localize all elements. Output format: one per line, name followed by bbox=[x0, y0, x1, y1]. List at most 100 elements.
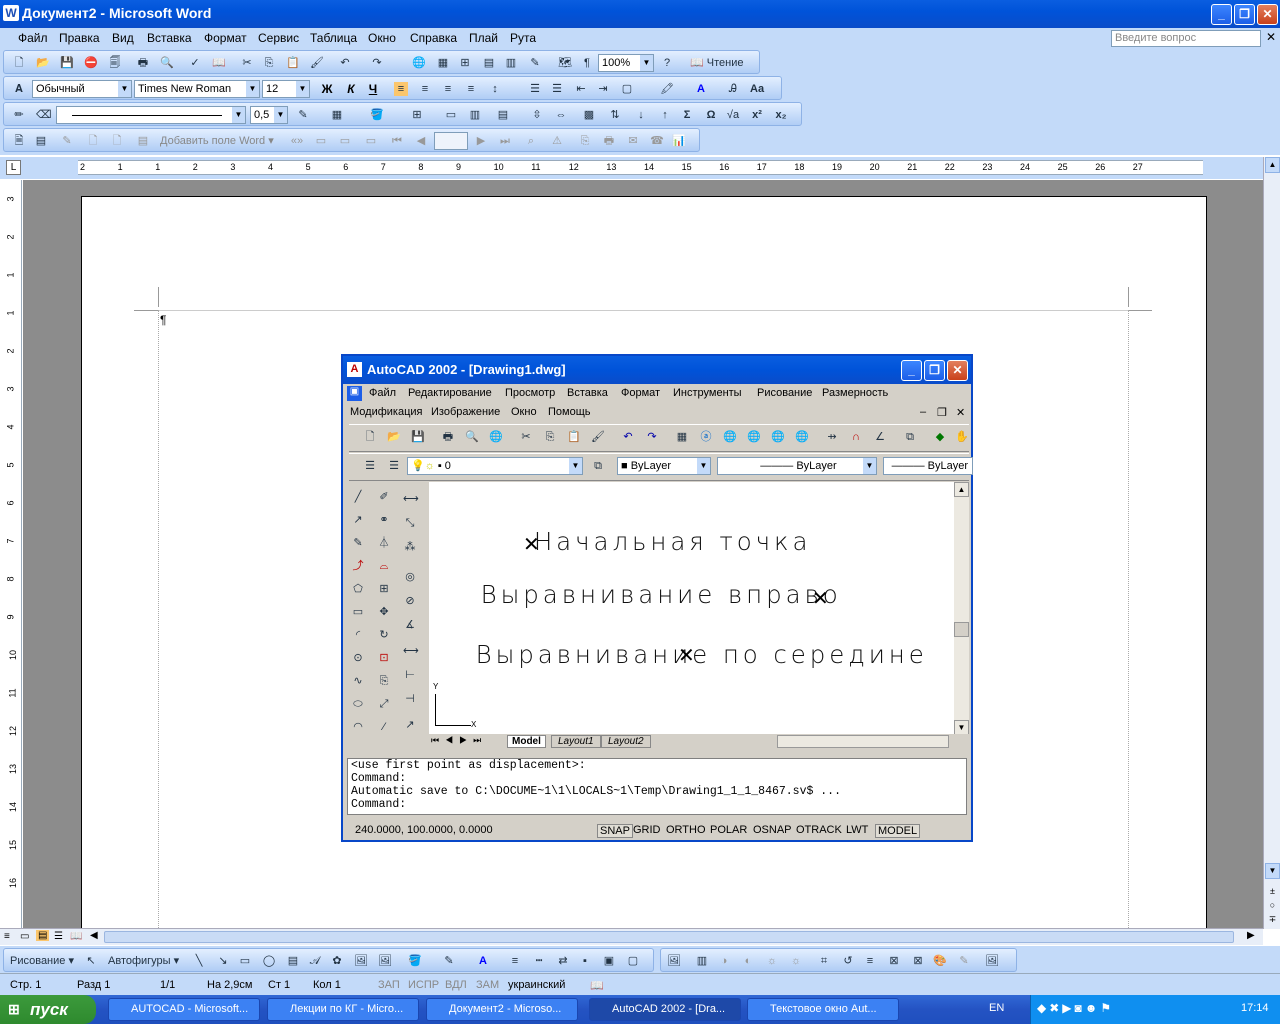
acad-erase-icon[interactable]: ✐ bbox=[377, 490, 391, 504]
superscript-icon[interactable]: x² bbox=[750, 108, 764, 122]
task-text-window[interactable]: Текстовое окно Aut... bbox=[747, 998, 899, 1021]
acad-copy-icon[interactable]: ⎘ bbox=[543, 430, 557, 444]
acad-scale-icon[interactable]: ⊡ bbox=[377, 651, 391, 665]
maximize-button[interactable]: ❐ bbox=[1234, 4, 1255, 25]
acad-designcenter-icon[interactable]: ▦ bbox=[675, 430, 689, 444]
tables-borders-icon[interactable]: ▦ bbox=[436, 56, 450, 70]
view-merged-icon[interactable]: «» bbox=[290, 134, 304, 148]
permission-icon[interactable]: ⛔ bbox=[84, 56, 98, 70]
acad-dim-aligned-icon[interactable]: ⤡ bbox=[403, 516, 417, 530]
reading-view-icon[interactable]: 📖 bbox=[70, 931, 82, 942]
insert-picture-icon[interactable]: 🖼 bbox=[667, 954, 681, 968]
acad-dim-radius-icon[interactable]: ◎ bbox=[403, 570, 417, 584]
help-icon[interactable]: ? bbox=[660, 56, 674, 70]
acad-layer-prev-icon[interactable]: ☰ bbox=[387, 459, 401, 473]
add-word-field-button[interactable]: Добавить поле Word ▾ bbox=[160, 134, 278, 148]
prev-record-icon[interactable]: ◀ bbox=[414, 134, 428, 148]
menu-file[interactable]: Файл bbox=[18, 31, 48, 45]
cad-text-start-point[interactable]: Начальная точка bbox=[534, 527, 812, 556]
contrast-icon[interactable]: ◑ bbox=[717, 954, 731, 968]
acad-drawing-area[interactable]: Начальная точка ✕ Выравнивание вправо ✕ … bbox=[429, 482, 955, 735]
acad-snap-icon[interactable]: ∩ bbox=[849, 430, 863, 444]
first-record-icon[interactable]: ⏮ bbox=[390, 134, 404, 148]
tab-layout1[interactable]: Layout1 bbox=[551, 735, 601, 748]
acad-menu-insert[interactable]: Вставка bbox=[567, 387, 608, 399]
oval-icon[interactable]: ◯ bbox=[262, 954, 276, 968]
acad-doc-icon[interactable]: ▣ bbox=[347, 386, 362, 401]
character-scale-icon[interactable]: Ꭿ bbox=[726, 82, 740, 96]
acad-ellipse-icon[interactable]: ⬭ bbox=[351, 697, 365, 711]
cmd-prompt[interactable]: Command: bbox=[351, 798, 966, 811]
print-view-icon[interactable]: ▤ bbox=[36, 930, 50, 941]
acad-web-icon[interactable]: 🌐 bbox=[795, 430, 809, 444]
autoformat-icon[interactable]: ▩ bbox=[582, 108, 596, 122]
acad-xline-icon[interactable]: ✎ bbox=[351, 536, 365, 550]
acad-rectangle-icon[interactable]: ▭ bbox=[351, 605, 365, 619]
frame-icon[interactable]: ▢ bbox=[626, 954, 640, 968]
brightness-down-icon[interactable]: ☼ bbox=[765, 954, 779, 968]
line-icon[interactable]: ╲ bbox=[192, 954, 206, 968]
vertical-scrollbar[interactable]: ▲ ▼ ± ○ ∓ bbox=[1263, 157, 1280, 929]
main-document-icon[interactable]: 🗎 bbox=[12, 134, 26, 148]
acad-cut-icon[interactable]: ✂ bbox=[519, 430, 533, 444]
acad-ray-icon[interactable]: ↗ bbox=[351, 513, 365, 527]
word-app-icon[interactable]: W bbox=[3, 5, 19, 21]
acad-dim-continue-icon[interactable]: ⊣ bbox=[403, 692, 417, 706]
chart-icon[interactable]: 📊 bbox=[672, 134, 686, 148]
eraser-icon[interactable]: ⌫ bbox=[36, 108, 52, 122]
symbol-icon[interactable]: Ω bbox=[704, 108, 718, 122]
line-weight-select[interactable]: 0,5 ▼ bbox=[250, 106, 288, 124]
font-select[interactable]: Times New Roman ▼ bbox=[134, 80, 260, 98]
acad-copy-obj-icon[interactable]: ⚭ bbox=[377, 513, 391, 527]
status-ovr[interactable]: ЗАМ bbox=[476, 979, 499, 991]
italic-button[interactable]: К bbox=[342, 81, 360, 98]
close-doc-icon[interactable]: ✕ bbox=[1266, 30, 1276, 44]
acad-doc-minimize-icon[interactable]: – bbox=[920, 406, 926, 418]
tab-model[interactable]: Model bbox=[507, 735, 546, 748]
bullets-icon[interactable]: ☰ bbox=[550, 82, 564, 96]
print-preview-icon[interactable]: 🗐 bbox=[108, 56, 122, 70]
acad-undo-icon[interactable]: ↶ bbox=[621, 430, 635, 444]
acad-mirror-icon[interactable]: ⏃ bbox=[377, 536, 391, 550]
new-icon[interactable]: 🗋 bbox=[12, 56, 26, 70]
draw-menu-button[interactable]: Рисование ▾ bbox=[10, 954, 80, 968]
acad-stretch-icon[interactable]: ⎘ bbox=[377, 674, 391, 688]
acad-menu-window[interactable]: Окно bbox=[511, 406, 537, 418]
drawing-icon[interactable]: ✎ bbox=[528, 56, 542, 70]
acad-preview-icon[interactable]: 🔍 bbox=[465, 430, 479, 444]
line-spacing-icon[interactable]: ↕ bbox=[488, 82, 502, 96]
insert-table-icon[interactable]: ⊞ bbox=[458, 56, 472, 70]
acad-layers-icon[interactable]: ☰ bbox=[363, 459, 377, 473]
ask-question-input[interactable]: Введите вопрос bbox=[1111, 30, 1261, 47]
shadow-icon[interactable]: ▪ bbox=[578, 954, 592, 968]
close-button[interactable]: ✕ bbox=[1257, 4, 1278, 25]
shading-icon[interactable]: 🪣 bbox=[370, 108, 384, 122]
font-color-icon[interactable]: A bbox=[694, 82, 708, 96]
last-record-icon[interactable]: ⏭ bbox=[498, 134, 512, 148]
format-picture-icon[interactable]: 🎨 bbox=[933, 954, 947, 968]
acad-hand-icon[interactable]: ✋ bbox=[955, 430, 969, 444]
acad-make-current-icon[interactable]: ⧉ bbox=[591, 459, 605, 473]
check-errors-icon[interactable]: ⚠ bbox=[550, 134, 564, 148]
align-cell-icon[interactable]: ▤ bbox=[496, 108, 510, 122]
merge-to-printer-icon[interactable]: 🖶 bbox=[602, 134, 616, 148]
preview-icon[interactable]: 🔍 bbox=[160, 56, 174, 70]
acad-menu-help[interactable]: Помощь bbox=[548, 406, 591, 418]
insert-greeting-icon[interactable]: 🗋 bbox=[110, 134, 124, 148]
image-color-icon[interactable]: ▥ bbox=[695, 954, 709, 968]
acad-dim-baseline-icon[interactable]: ⊢ bbox=[403, 668, 417, 682]
compress-icon[interactable]: ⊠ bbox=[887, 954, 901, 968]
fill-color-icon[interactable]: 🪣 bbox=[408, 954, 422, 968]
textbox-icon[interactable]: ▤ bbox=[286, 954, 300, 968]
acad-rotate-icon[interactable]: ↻ bbox=[377, 628, 391, 642]
menu-window[interactable]: Окно bbox=[368, 31, 396, 45]
acad-menu-view[interactable]: Просмотр bbox=[505, 387, 555, 399]
autocad-app-icon[interactable]: A bbox=[347, 362, 362, 377]
highlight-fields-icon[interactable]: ▭ bbox=[314, 134, 328, 148]
merge-to-fax-icon[interactable]: ☎ bbox=[650, 134, 664, 148]
recipients-icon[interactable]: ✎ bbox=[60, 134, 74, 148]
tab-selector[interactable]: L bbox=[6, 160, 21, 175]
select-objects-icon[interactable]: ↖ bbox=[84, 954, 98, 968]
insert-excel-icon[interactable]: ▤ bbox=[482, 56, 496, 70]
menu-view[interactable]: Вид bbox=[112, 31, 134, 45]
